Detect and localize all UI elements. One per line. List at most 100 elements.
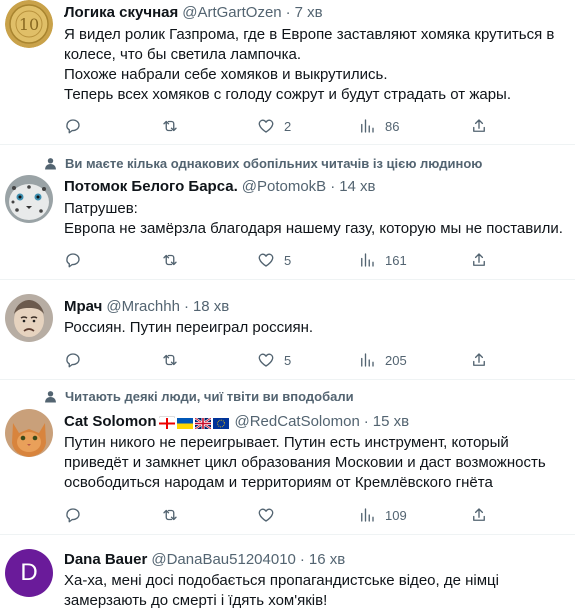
views-button[interactable]: 161 — [358, 250, 407, 270]
tweet-text: Ха-ха, мені досі подобається пропагандис… — [64, 571, 564, 611]
tweet[interactable]: Мрач @Mrachhh · 18 хв Россиян. Путин пер… — [0, 279, 575, 380]
user-handle[interactable]: @Mrachhh — [106, 298, 180, 315]
user-handle[interactable]: @PotomokB — [242, 178, 326, 195]
reply-button[interactable] — [64, 505, 82, 525]
person-icon — [45, 390, 56, 402]
retweet-icon — [163, 254, 177, 266]
tweet-line: освободиться народам и территориям от Кр… — [64, 474, 493, 491]
display-name[interactable]: Dana Bauer — [64, 551, 147, 568]
like-button[interactable]: 5 — [257, 250, 291, 270]
tweet-header: Мрач @Mrachhh · 18 хв — [64, 296, 229, 316]
tweet-header: Потомок Белого Барса. @PotomokB · 14 хв — [64, 176, 376, 196]
reply-icon — [66, 353, 80, 368]
timestamp[interactable]: 15 хв — [373, 413, 409, 430]
uk-flag-icon — [193, 416, 212, 430]
tweet[interactable]: Ви маєте кілька однакових обопільних чит… — [0, 144, 575, 280]
social-context-text: Читають деякі люди, чиї твіти ви вподоба… — [65, 388, 354, 404]
avatar[interactable] — [5, 294, 53, 342]
tweet-header: Логика скучная @ArtGartOzen · 7 хв — [64, 2, 323, 22]
tweet-line: Похоже набрали себе хомяков и выкрутилис… — [64, 66, 388, 83]
tweet-text: Я видел ролик Газпрома, где в Европе зас… — [64, 25, 564, 105]
views-button[interactable]: 86 — [358, 116, 399, 136]
timestamp[interactable]: 14 хв — [339, 178, 375, 195]
social-context: Ви маєте кілька однакових обопільних чит… — [33, 154, 482, 172]
like-count: 2 — [284, 118, 292, 134]
tweet-line: Ха-ха, мені досі подобається пропагандис… — [64, 572, 499, 589]
like-button[interactable]: 2 — [257, 116, 291, 136]
display-name[interactable]: Логика скучная — [64, 4, 178, 21]
views-button[interactable]: 109 — [358, 505, 407, 525]
heart-icon — [258, 253, 274, 267]
tweet-line: замерзають до смерті і їдять хом'яків! — [64, 592, 328, 609]
retweet-button[interactable] — [161, 250, 179, 270]
avatar[interactable] — [5, 175, 53, 223]
separator-dot: · — [285, 3, 291, 21]
retweet-button[interactable] — [161, 116, 179, 136]
separator-dot: · — [363, 412, 369, 430]
tweet-line: приведёт и замкнет цикл образования Моск… — [64, 454, 546, 471]
tweet-line: Я видел ролик Газпрома, где в Европе зас… — [64, 26, 555, 43]
tweet[interactable]: Читають деякі люди, чиї твіти ви вподоба… — [0, 379, 575, 535]
views-button[interactable]: 205 — [358, 350, 407, 370]
retweet-button[interactable] — [161, 505, 179, 525]
reply-icon — [66, 508, 80, 523]
tweet-actions: 109 — [64, 505, 564, 525]
avatar[interactable] — [5, 409, 53, 457]
reply-button[interactable] — [64, 350, 82, 370]
svg-text:10: 10 — [19, 15, 39, 34]
analytics-icon — [361, 119, 374, 133]
user-handle[interactable]: @RedCatSolomon — [235, 413, 360, 430]
georgia-flag-icon — [158, 415, 175, 429]
analytics-icon — [361, 508, 374, 522]
share-button[interactable] — [470, 250, 488, 270]
tweet-line: колесе, что бы светила лампочка. — [64, 46, 301, 63]
share-icon — [473, 119, 485, 132]
avatar[interactable]: 10 — [5, 0, 53, 48]
eu-flag-icon — [212, 416, 229, 429]
separator-dot: · — [330, 177, 336, 195]
share-icon — [473, 353, 485, 366]
tweet[interactable]: 10 Логика скучная @ArtGartOzen · 7 хв Я … — [0, 0, 575, 145]
display-name[interactable]: Мрач — [64, 298, 102, 315]
ukraine-flag-icon — [176, 416, 193, 429]
display-name[interactable]: Cat Solomon — [64, 413, 157, 430]
tweet-actions: 5 205 — [64, 350, 564, 370]
avatar[interactable]: D — [5, 549, 53, 597]
avatar-letter: D — [20, 559, 38, 586]
display-name[interactable]: Потомок Белого Барса. — [64, 178, 238, 195]
view-count: 205 — [385, 352, 407, 368]
user-handle[interactable]: @DanaBau51204010 — [151, 551, 296, 568]
tweet-actions: 2 86 — [64, 116, 564, 136]
timestamp[interactable]: 16 хв — [309, 551, 345, 568]
user-handle[interactable]: @ArtGartOzen — [182, 4, 281, 21]
view-count: 109 — [385, 507, 407, 523]
timestamp[interactable]: 7 хв — [295, 4, 323, 21]
name-flags — [158, 415, 231, 430]
retweet-icon — [163, 120, 177, 132]
share-button[interactable] — [470, 116, 488, 136]
separator-dot: · — [299, 550, 305, 568]
like-button[interactable]: 5 — [257, 350, 291, 370]
person-icon — [45, 157, 56, 169]
reply-icon — [66, 253, 80, 268]
share-button[interactable] — [470, 505, 488, 525]
tweet[interactable]: D Dana Bauer @DanaBau51204010 · 16 хв Ха… — [0, 534, 575, 615]
retweet-icon — [163, 354, 177, 366]
view-count: 86 — [385, 118, 400, 134]
tweet-line: Патрушев: — [64, 200, 138, 217]
share-icon — [473, 253, 485, 266]
social-context-text: Ви маєте кілька однакових обопільних чит… — [65, 155, 483, 171]
like-button[interactable] — [257, 505, 284, 525]
tweet-text: Патрушев: Европа не замёрзла благодаря н… — [64, 199, 564, 239]
analytics-icon — [361, 253, 374, 267]
heart-icon — [258, 119, 274, 133]
tweet-line: Путин никого не переигрывает. Путин есть… — [64, 434, 509, 451]
tweet-line: Россиян. Путин переиграл россиян. — [64, 319, 314, 336]
retweet-button[interactable] — [161, 350, 179, 370]
social-context: Читають деякі люди, чиї твіти ви вподоба… — [33, 387, 354, 405]
view-count: 161 — [385, 252, 407, 268]
share-button[interactable] — [470, 350, 488, 370]
timestamp[interactable]: 18 хв — [193, 298, 229, 315]
reply-button[interactable] — [64, 116, 82, 136]
reply-button[interactable] — [64, 250, 82, 270]
